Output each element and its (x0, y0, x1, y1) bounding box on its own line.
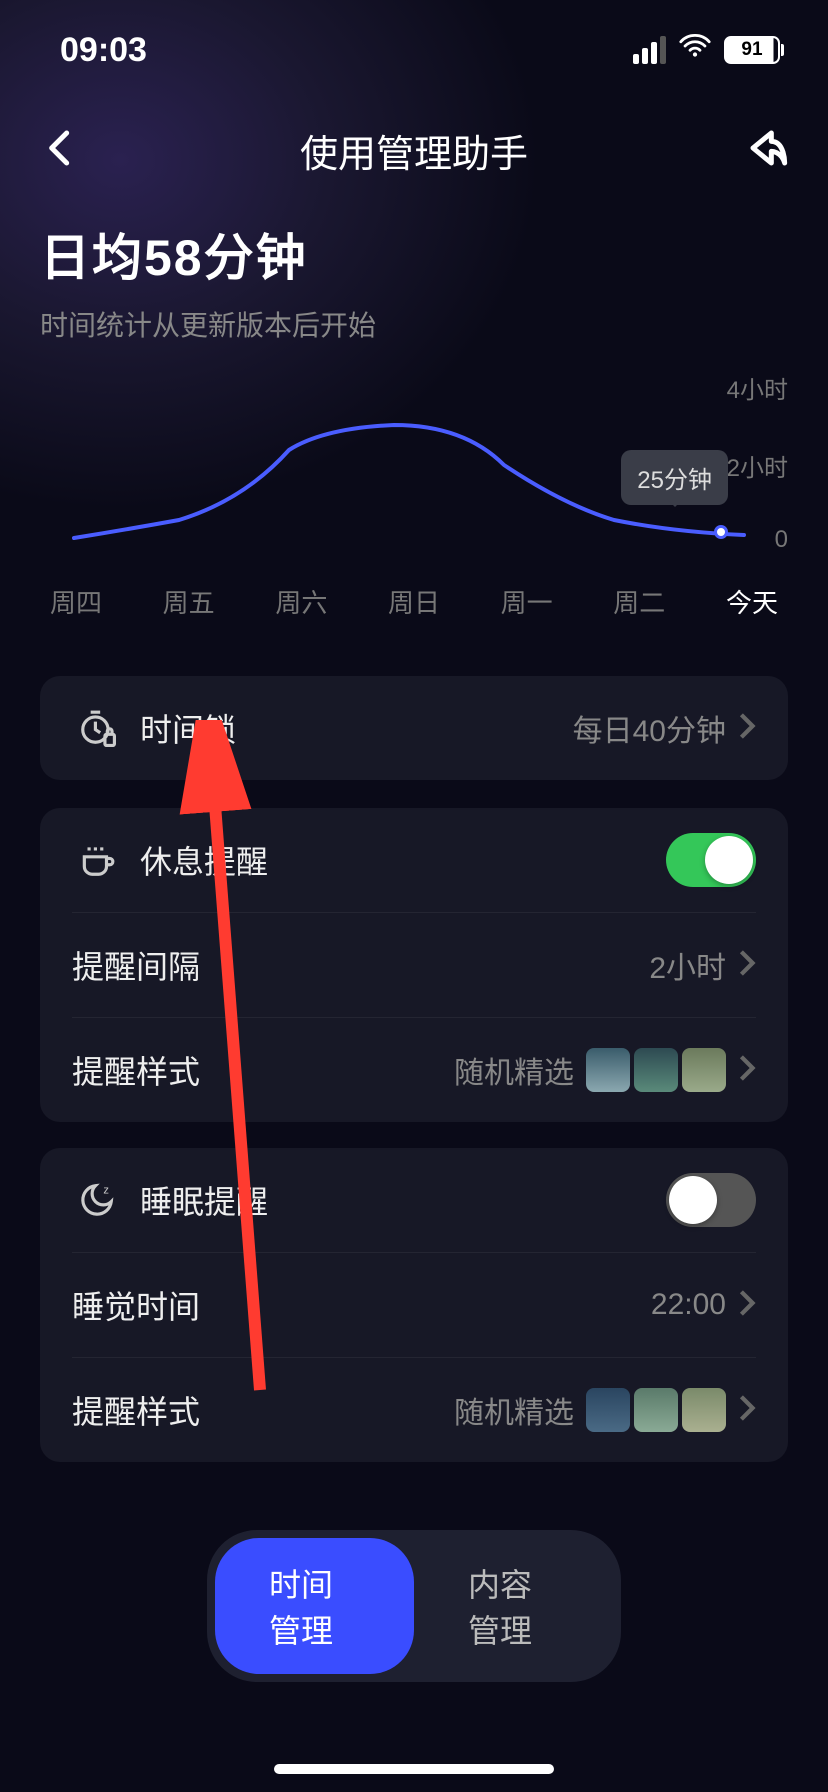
sleep-style-thumbs (586, 1388, 726, 1432)
svg-text:z: z (103, 1185, 109, 1197)
chart-tooltip: 25分钟 (621, 450, 728, 505)
sleep-toggle[interactable] (666, 1173, 756, 1227)
home-indicator[interactable] (274, 1764, 554, 1774)
rest-style-thumbs (586, 1048, 726, 1092)
timelock-label: 时间锁 (140, 705, 236, 751)
wifi-icon (678, 29, 712, 72)
sleep-time-label: 睡觉时间 (72, 1282, 200, 1328)
y-tick-0: 0 (775, 526, 788, 554)
chevron-right-icon (738, 1289, 756, 1322)
timelock-value: 每日40分钟 (573, 706, 726, 750)
status-time: 09:03 (60, 31, 147, 70)
status-right: 91 (633, 29, 784, 72)
coffee-icon (72, 841, 122, 879)
xaxis-day-4[interactable]: 周一 (501, 583, 553, 620)
sleep-time-row[interactable]: 睡觉时间 22:00 (40, 1253, 788, 1357)
usage-chart: 4小时 2小时 0 25分钟 周四 周五 周六 周日 周一 周二 今天 (40, 370, 788, 620)
sleep-style-label: 提醒样式 (72, 1387, 200, 1433)
timelock-row[interactable]: 时间锁 每日40分钟 (40, 676, 788, 780)
share-button[interactable] (748, 128, 788, 173)
rest-style-label: 提醒样式 (72, 1047, 200, 1093)
sleep-time-value: 22:00 (651, 1288, 726, 1322)
summary-subtitle: 时间统计从更新版本后开始 (40, 304, 376, 344)
nav-bar: 使用管理助手 (0, 100, 828, 200)
chart-xaxis: 周四 周五 周六 周日 周一 周二 今天 (40, 583, 788, 620)
rest-label: 休息提醒 (140, 837, 268, 883)
status-bar: 09:03 91 (0, 0, 828, 100)
back-button[interactable] (40, 128, 80, 173)
sleep-label: 睡眠提醒 (140, 1177, 268, 1223)
xaxis-day-1[interactable]: 周五 (163, 583, 215, 620)
sleep-row: z 睡眠提醒 (40, 1148, 788, 1252)
battery-icon: 91 (724, 36, 784, 64)
moon-icon: z (72, 1181, 122, 1219)
rest-interval-row[interactable]: 提醒间隔 2小时 (40, 913, 788, 1017)
xaxis-day-3[interactable]: 周日 (388, 583, 440, 620)
timelock-card: 时间锁 每日40分钟 (40, 676, 788, 780)
tab-content-management[interactable]: 内容管理 (414, 1538, 613, 1674)
y-tick-2h: 2小时 (727, 448, 788, 483)
cellular-signal-icon (633, 36, 666, 64)
sleep-style-row[interactable]: 提醒样式 随机精选 (40, 1358, 788, 1462)
rest-row: 休息提醒 (40, 808, 788, 912)
bottom-tab-bar: 时间管理 内容管理 (207, 1530, 621, 1682)
sleep-card: z 睡眠提醒 睡觉时间 22:00 提醒样式 随机精选 (40, 1148, 788, 1462)
battery-percent: 91 (741, 39, 762, 61)
page-title: 使用管理助手 (300, 123, 528, 178)
xaxis-day-5[interactable]: 周二 (613, 583, 665, 620)
xaxis-day-0[interactable]: 周四 (50, 583, 102, 620)
sleep-style-value: 随机精选 (454, 1388, 574, 1432)
rest-interval-value: 2小时 (649, 943, 726, 987)
tab-time-management[interactable]: 时间管理 (215, 1538, 414, 1674)
chevron-right-icon (738, 949, 756, 982)
xaxis-day-2[interactable]: 周六 (275, 583, 327, 620)
summary: 日均58分钟 时间统计从更新版本后开始 (40, 218, 376, 344)
rest-style-row[interactable]: 提醒样式 随机精选 (40, 1018, 788, 1122)
chevron-right-icon (738, 1394, 756, 1427)
rest-style-value: 随机精选 (454, 1048, 574, 1092)
timelock-icon (72, 709, 122, 747)
rest-interval-label: 提醒间隔 (72, 942, 200, 988)
rest-card: 休息提醒 提醒间隔 2小时 提醒样式 随机精选 (40, 808, 788, 1122)
chart-active-dot (714, 525, 728, 539)
chevron-right-icon (738, 1054, 756, 1087)
y-tick-4h: 4小时 (727, 370, 788, 405)
chevron-right-icon (738, 712, 756, 745)
rest-toggle[interactable] (666, 833, 756, 887)
xaxis-day-6[interactable]: 今天 (726, 583, 778, 620)
summary-title: 日均58分钟 (40, 218, 376, 290)
